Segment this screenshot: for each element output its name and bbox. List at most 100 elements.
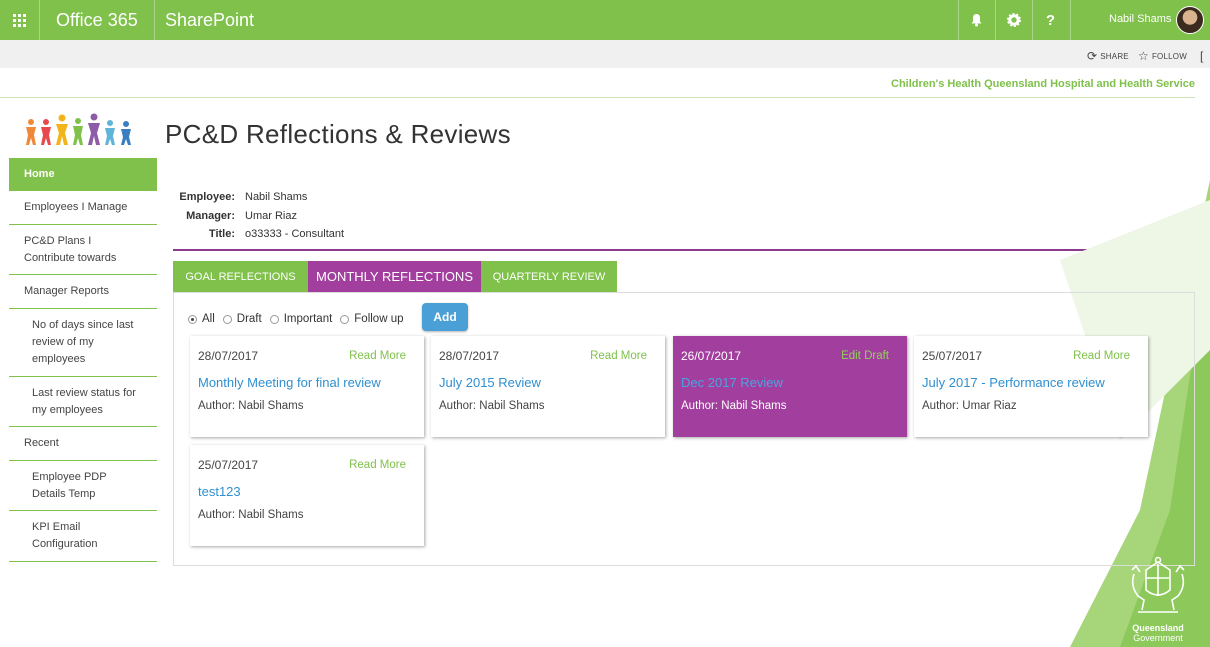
radio-icon: [269, 314, 279, 324]
filter-all[interactable]: All: [188, 313, 215, 325]
nav-item-kpi-email[interactable]: KPI Email Configuration: [9, 511, 157, 562]
reflection-card[interactable]: 25/07/2017 Read More July 2017 - Perform…: [914, 336, 1148, 437]
nav-item-pcd-plans[interactable]: PC&D Plans I Contribute towards: [9, 225, 157, 275]
nav-item-label: Last review status for my employees: [32, 386, 136, 416]
edit-draft-link[interactable]: Edit Draft: [841, 350, 889, 362]
nav-item-label: Employees I Manage: [24, 201, 128, 213]
nav-item-label: Employee PDP Details Temp: [32, 470, 107, 500]
help-button[interactable]: ?: [1032, 0, 1068, 40]
reflection-card-draft[interactable]: 26/07/2017 Edit Draft Dec 2017 Review Au…: [673, 336, 907, 437]
manager-value: Umar Riaz: [245, 209, 297, 222]
card-title-link[interactable]: Monthly Meeting for final review: [198, 375, 381, 390]
nav-item-label: Recent: [24, 437, 59, 449]
card-date: 28/07/2017: [198, 349, 259, 363]
share-icon: ⟳: [1087, 49, 1098, 63]
add-button[interactable]: Add: [422, 303, 468, 331]
follow-button[interactable]: ☆ FOLLOW: [1138, 49, 1187, 63]
filter-label: Important: [283, 313, 333, 325]
radio-checked-icon: [188, 314, 197, 324]
people-chain-icon: [26, 113, 131, 145]
suite-bar: Office 365 SharePoint ? Nabil Shams: [0, 0, 1210, 40]
read-more-link[interactable]: Read More: [1073, 350, 1130, 362]
avatar: [1176, 6, 1204, 34]
card-author: Author: Umar Riaz: [922, 400, 1017, 412]
settings-button[interactable]: [995, 0, 1031, 40]
tab-goal-reflections[interactable]: GOAL REFLECTIONS: [173, 261, 308, 292]
share-button[interactable]: ⟳ SHARE: [1087, 49, 1129, 63]
filter-important[interactable]: Important: [269, 313, 333, 325]
sharepoint-app-link[interactable]: SharePoint: [165, 0, 254, 40]
filter-label: All: [202, 313, 215, 325]
gear-icon: [1006, 13, 1021, 27]
nav-item-days-since-review[interactable]: No of days since last review of my emplo…: [9, 309, 157, 377]
read-more-link[interactable]: Read More: [349, 459, 406, 471]
nav-item-label: No of days since last review of my emplo…: [32, 319, 134, 365]
nav-item-employees-i-manage[interactable]: Employees I Manage: [9, 191, 157, 225]
card-author: Author: Nabil Shams: [439, 400, 545, 412]
tab-monthly-reflections[interactable]: MONTHLY REFLECTIONS: [308, 261, 481, 292]
title-label: Title:: [208, 228, 235, 241]
bell-icon: [971, 14, 982, 27]
follow-label: FOLLOW: [1151, 51, 1187, 61]
reflection-card[interactable]: 28/07/2017 Read More Monthly Meeting for…: [190, 336, 424, 437]
card-title-link[interactable]: test123: [198, 484, 241, 499]
focus-button[interactable]: [: [1200, 49, 1204, 63]
card-date: 25/07/2017: [922, 349, 983, 363]
filter-follow-up[interactable]: Follow up: [340, 313, 404, 325]
card-date: 25/07/2017: [198, 458, 259, 472]
reflection-card[interactable]: 25/07/2017 Read More test123 Author: Nab…: [190, 445, 424, 546]
divider: [0, 97, 1195, 98]
footer-logo-line2: Government: [1133, 633, 1183, 643]
office365-brand-link[interactable]: Office 365: [40, 0, 155, 40]
card-author: Author: Nabil Shams: [198, 400, 304, 412]
employee-value: Nabil Shams: [245, 191, 308, 204]
card-author: Author: Nabil Shams: [198, 509, 304, 521]
card-title-link[interactable]: July 2017 - Performance review: [922, 375, 1105, 390]
help-icon: ?: [1045, 11, 1056, 29]
focus-icon: [: [1200, 49, 1204, 63]
title-value: o33333 - Consultant: [245, 228, 345, 241]
page-action-bar: ⟳ SHARE ☆ FOLLOW [: [0, 40, 1210, 68]
card-author: Author: Nabil Shams: [681, 400, 787, 412]
manager-label: Manager:: [186, 209, 235, 222]
nav-item-recent[interactable]: Recent: [9, 427, 157, 461]
left-navigation: Home Employees I Manage PC&D Plans I Con…: [9, 158, 157, 562]
nav-item-label: KPI Email Configuration: [32, 521, 98, 550]
share-label: SHARE: [1100, 51, 1129, 61]
page-title: PC&D Reflections & Reviews: [165, 119, 511, 149]
nav-item-manager-reports[interactable]: Manager Reports: [9, 275, 157, 309]
waffle-icon: [13, 13, 26, 27]
notifications-button[interactable]: [958, 0, 994, 40]
filter-draft[interactable]: Draft: [222, 313, 262, 325]
filter-label: Draft: [236, 313, 262, 325]
filter-label: Follow up: [354, 313, 404, 325]
radio-icon: [340, 314, 350, 324]
card-title-link[interactable]: Dec 2017 Review: [681, 375, 783, 390]
card-date: 28/07/2017: [439, 349, 500, 363]
star-icon: ☆: [1138, 49, 1149, 63]
read-more-link[interactable]: Read More: [349, 350, 406, 362]
reflection-card[interactable]: 28/07/2017 Read More July 2015 Review Au…: [431, 336, 665, 437]
user-name: Nabil Shams: [1109, 13, 1172, 25]
user-menu[interactable]: Nabil Shams: [1070, 0, 1210, 40]
app-launcher-button[interactable]: [0, 0, 40, 40]
section-divider: [173, 249, 1195, 251]
nav-item-employee-pdp[interactable]: Employee PDP Details Temp: [9, 461, 157, 511]
site-logo[interactable]: [24, 113, 142, 147]
card-title-link[interactable]: July 2015 Review: [439, 375, 541, 390]
queensland-crest-icon: [1131, 556, 1185, 613]
read-more-link[interactable]: Read More: [590, 350, 647, 362]
org-name: Children's Health Queensland Hospital an…: [891, 78, 1195, 90]
nav-item-label: Manager Reports: [24, 285, 109, 297]
employee-info: Employee: Nabil Shams Manager: Umar Riaz…: [175, 188, 344, 244]
nav-item-label: Home: [24, 168, 55, 180]
radio-icon: [222, 314, 232, 324]
card-date: 26/07/2017: [681, 349, 742, 363]
footer-logo-line1: Queensland: [1132, 623, 1184, 633]
filter-radio-group: All Draft Important Follow up: [188, 313, 412, 325]
employee-label: Employee:: [179, 191, 235, 204]
nav-item-home[interactable]: Home: [9, 158, 157, 191]
nav-item-label: PC&D Plans I Contribute towards: [24, 234, 117, 264]
tab-quarterly-review[interactable]: QUARTERLY REVIEW: [481, 261, 617, 292]
nav-item-last-review-status[interactable]: Last review status for my employees: [9, 377, 157, 427]
